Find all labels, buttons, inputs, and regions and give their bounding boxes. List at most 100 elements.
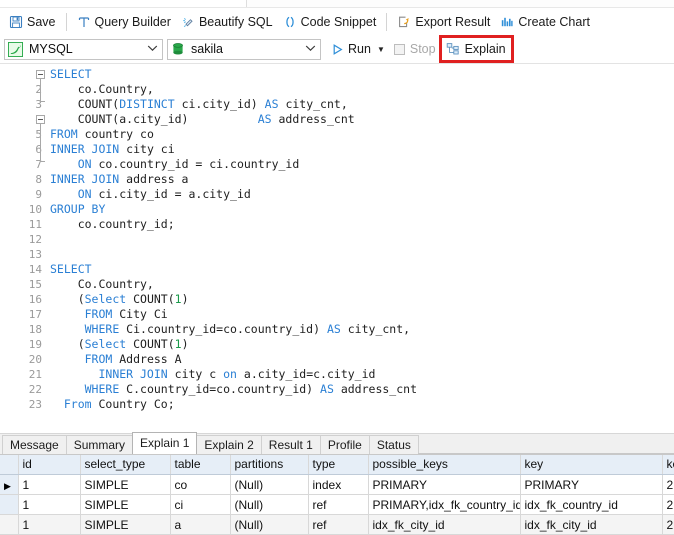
code-line[interactable]: COUNT(DISTINCT ci.city_id) AS city_cnt, xyxy=(50,97,674,112)
result-tab-summary[interactable]: Summary xyxy=(65,434,134,454)
query-builder-button[interactable]: Query Builder xyxy=(72,11,176,33)
table-cell-possible_keys[interactable]: idx_fk_city_id xyxy=(368,514,521,535)
code-line[interactable]: FROM Address A xyxy=(50,352,674,367)
code-line[interactable]: Co.Country, xyxy=(50,277,674,292)
table-cell-key[interactable]: idx_fk_country_id xyxy=(520,494,663,515)
column-header-type[interactable]: type xyxy=(308,454,369,475)
code-line[interactable]: INNER JOIN city c on a.city_id=c.city_id xyxy=(50,367,674,382)
run-button[interactable]: Run ▼ xyxy=(325,38,389,60)
column-header-id[interactable]: id xyxy=(18,454,81,475)
primary-toolbar: Save Query Builder Beautify SQL Code Sni… xyxy=(0,8,674,35)
result-tab-message[interactable]: Message xyxy=(2,434,67,454)
row-selector-cell[interactable]: ▶ xyxy=(0,474,19,495)
code-line[interactable]: INNER JOIN city ci xyxy=(50,142,674,157)
code-line[interactable]: FROM City Ci xyxy=(50,307,674,322)
beautify-sql-button[interactable]: Beautify SQL xyxy=(176,11,278,33)
code-line[interactable]: SELECT xyxy=(50,262,674,277)
code-snippet-icon xyxy=(283,15,297,29)
table-cell-table[interactable]: co xyxy=(170,474,231,495)
active-document-tab[interactable] xyxy=(0,0,247,7)
result-tab-explain-1[interactable]: Explain 1 xyxy=(132,431,198,454)
export-result-button[interactable]: Export Result xyxy=(392,11,495,33)
code-line[interactable] xyxy=(50,232,674,247)
code-line[interactable]: ON co.country_id = ci.country_id xyxy=(50,157,674,172)
stop-button[interactable]: Stop xyxy=(389,38,441,60)
schema-dropdown[interactable]: sakila xyxy=(167,38,321,60)
table-cell-type[interactable]: index xyxy=(308,474,369,495)
code-line[interactable]: ON ci.city_id = a.city_id xyxy=(50,187,674,202)
code-snippet-button[interactable]: Code Snippet xyxy=(278,11,382,33)
table-cell-select_type[interactable]: SIMPLE xyxy=(80,514,171,535)
fold-end-18 xyxy=(40,101,45,102)
create-chart-button[interactable]: Create Chart xyxy=(495,11,595,33)
column-header-key[interactable]: key xyxy=(520,454,663,475)
code-line[interactable] xyxy=(50,247,674,262)
save-button[interactable]: Save xyxy=(4,11,61,33)
fold-toggle-19[interactable] xyxy=(36,115,45,124)
table-cell-type[interactable]: ref xyxy=(308,494,369,515)
table-cell-ke[interactable]: 2 xyxy=(662,474,674,495)
code-line[interactable]: (Select COUNT(1) xyxy=(50,292,674,307)
result-tab-explain-2[interactable]: Explain 2 xyxy=(196,434,262,454)
sql-editor[interactable]: 1234567891011121314151617181920212223 SE… xyxy=(0,63,674,433)
code-line[interactable]: WHERE Ci.country_id=co.country_id) AS ci… xyxy=(50,322,674,337)
table-cell-key[interactable]: PRIMARY xyxy=(520,474,663,495)
result-tab-profile[interactable]: Profile xyxy=(319,434,370,454)
column-header-select_type[interactable]: select_type xyxy=(80,454,171,475)
table-cell-id[interactable]: 1 xyxy=(18,494,81,515)
table-cell-id[interactable]: 1 xyxy=(18,514,81,535)
row-selector-cell[interactable] xyxy=(0,494,19,515)
connection-value: MYSQL xyxy=(29,42,73,56)
code-line[interactable]: co.country_id; xyxy=(50,217,674,232)
code-line[interactable]: From Country Co; xyxy=(50,397,674,412)
chevron-down-icon[interactable] xyxy=(144,44,160,55)
table-cell-possible_keys[interactable]: PRIMARY,idx_fk_country_id xyxy=(368,494,521,515)
column-header-partitions[interactable]: partitions xyxy=(230,454,309,475)
table-cell-ke[interactable]: 2 xyxy=(662,514,674,535)
explain-button[interactable]: Explain xyxy=(443,39,509,59)
line-number: 22 xyxy=(28,383,42,396)
row-selector-cell[interactable] xyxy=(0,514,19,535)
table-cell-select_type[interactable]: SIMPLE xyxy=(80,494,171,515)
table-cell-partitions[interactable]: (Null) xyxy=(230,474,309,495)
fold-toggle-16[interactable] xyxy=(36,70,45,79)
caret-down-icon[interactable]: ▼ xyxy=(377,45,385,54)
table-cell-ke[interactable]: 2 xyxy=(662,494,674,515)
explain-result-grid[interactable]: id select_type table partitions type possible… xyxy=(0,454,674,535)
code-line[interactable]: co.Country, xyxy=(50,82,674,97)
beautify-sql-icon xyxy=(181,15,195,29)
result-tab-status[interactable]: Status xyxy=(368,434,419,454)
code-token: on xyxy=(223,367,237,381)
table-cell-select_type[interactable]: SIMPLE xyxy=(80,474,171,495)
table-cell-type[interactable]: ref xyxy=(308,514,369,535)
code-line[interactable]: SELECT xyxy=(50,67,674,82)
chevron-down-icon[interactable] xyxy=(302,44,318,55)
code-line[interactable]: WHERE C.country_id=co.country_id) AS add… xyxy=(50,382,674,397)
column-header-possible_keys[interactable]: possible_keys xyxy=(368,454,521,475)
table-cell-partitions[interactable]: (Null) xyxy=(230,494,309,515)
code-lines[interactable]: SELECT co.Country, COUNT(DISTINCT ci.cit… xyxy=(46,64,674,412)
column-header-table[interactable]: table xyxy=(170,454,231,475)
column-header-ke[interactable]: ke xyxy=(662,454,674,475)
connection-dropdown[interactable]: MYSQL xyxy=(4,38,163,60)
table-cell-partitions[interactable]: (Null) xyxy=(230,514,309,535)
table-row[interactable]: 1 SIMPLE ci (Null) ref PRIMARY,idx_fk_country… xyxy=(0,494,674,515)
code-token: Country Co; xyxy=(91,397,175,411)
code-line[interactable]: GROUP BY xyxy=(50,202,674,217)
play-triangle-icon xyxy=(331,43,344,56)
table-cell-id[interactable]: 1 xyxy=(18,474,81,495)
table-cell-table[interactable]: a xyxy=(170,514,231,535)
table-cell-possible_keys[interactable]: PRIMARY xyxy=(368,474,521,495)
table-row[interactable]: 1 SIMPLE a (Null) ref idx_fk_city_id idx_fk_ci… xyxy=(0,514,674,535)
code-area: 1234567891011121314151617181920212223 SE… xyxy=(0,64,674,412)
code-line[interactable]: FROM country co xyxy=(50,127,674,142)
code-line[interactable]: (Select COUNT(1) xyxy=(50,337,674,352)
save-icon xyxy=(9,15,23,29)
result-tab-result-1[interactable]: Result 1 xyxy=(260,434,321,454)
table-row[interactable]: ▶ 1 SIMPLE co (Null) index PRIMARY PRIMARY 2 xyxy=(0,474,674,495)
table-cell-table[interactable]: ci xyxy=(170,494,231,515)
code-line[interactable]: INNER JOIN address a xyxy=(50,172,674,187)
code-token: 1 xyxy=(174,337,182,351)
code-line[interactable]: COUNT(a.city_id) AS address_cnt xyxy=(50,112,674,127)
table-cell-key[interactable]: idx_fk_city_id xyxy=(520,514,663,535)
